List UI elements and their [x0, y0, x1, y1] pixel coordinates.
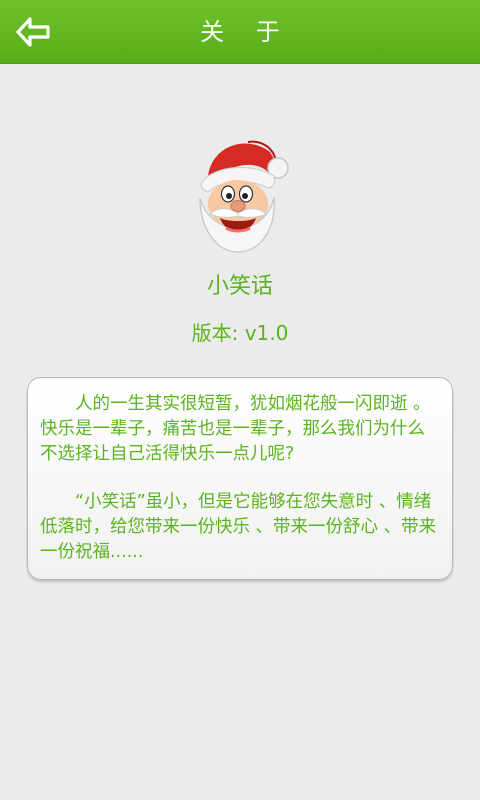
app-name: 小笑话: [206, 274, 273, 299]
page-title: 关 于: [200, 18, 292, 46]
about-paragraph-1: 人的一生其实很短暂，犹如烟花般一闪即逝 。快乐是一辈子，痛苦也是一辈子，那么我们…: [40, 394, 431, 464]
santa-claus-icon: [199, 140, 289, 253]
about-card: 人的一生其实很短暂，犹如烟花般一闪即逝 。快乐是一辈子，痛苦也是一辈子，那么我们…: [27, 377, 453, 580]
about-paragraph-2: “小笑话”虽小，但是它能够在您失意时 、情绪低落时，给您带来一份快乐 、带来一份…: [40, 492, 437, 562]
app-version: 版本: v1.0: [191, 321, 289, 345]
app-logo: [188, 132, 292, 256]
title-bar: 关 于: [0, 0, 480, 64]
